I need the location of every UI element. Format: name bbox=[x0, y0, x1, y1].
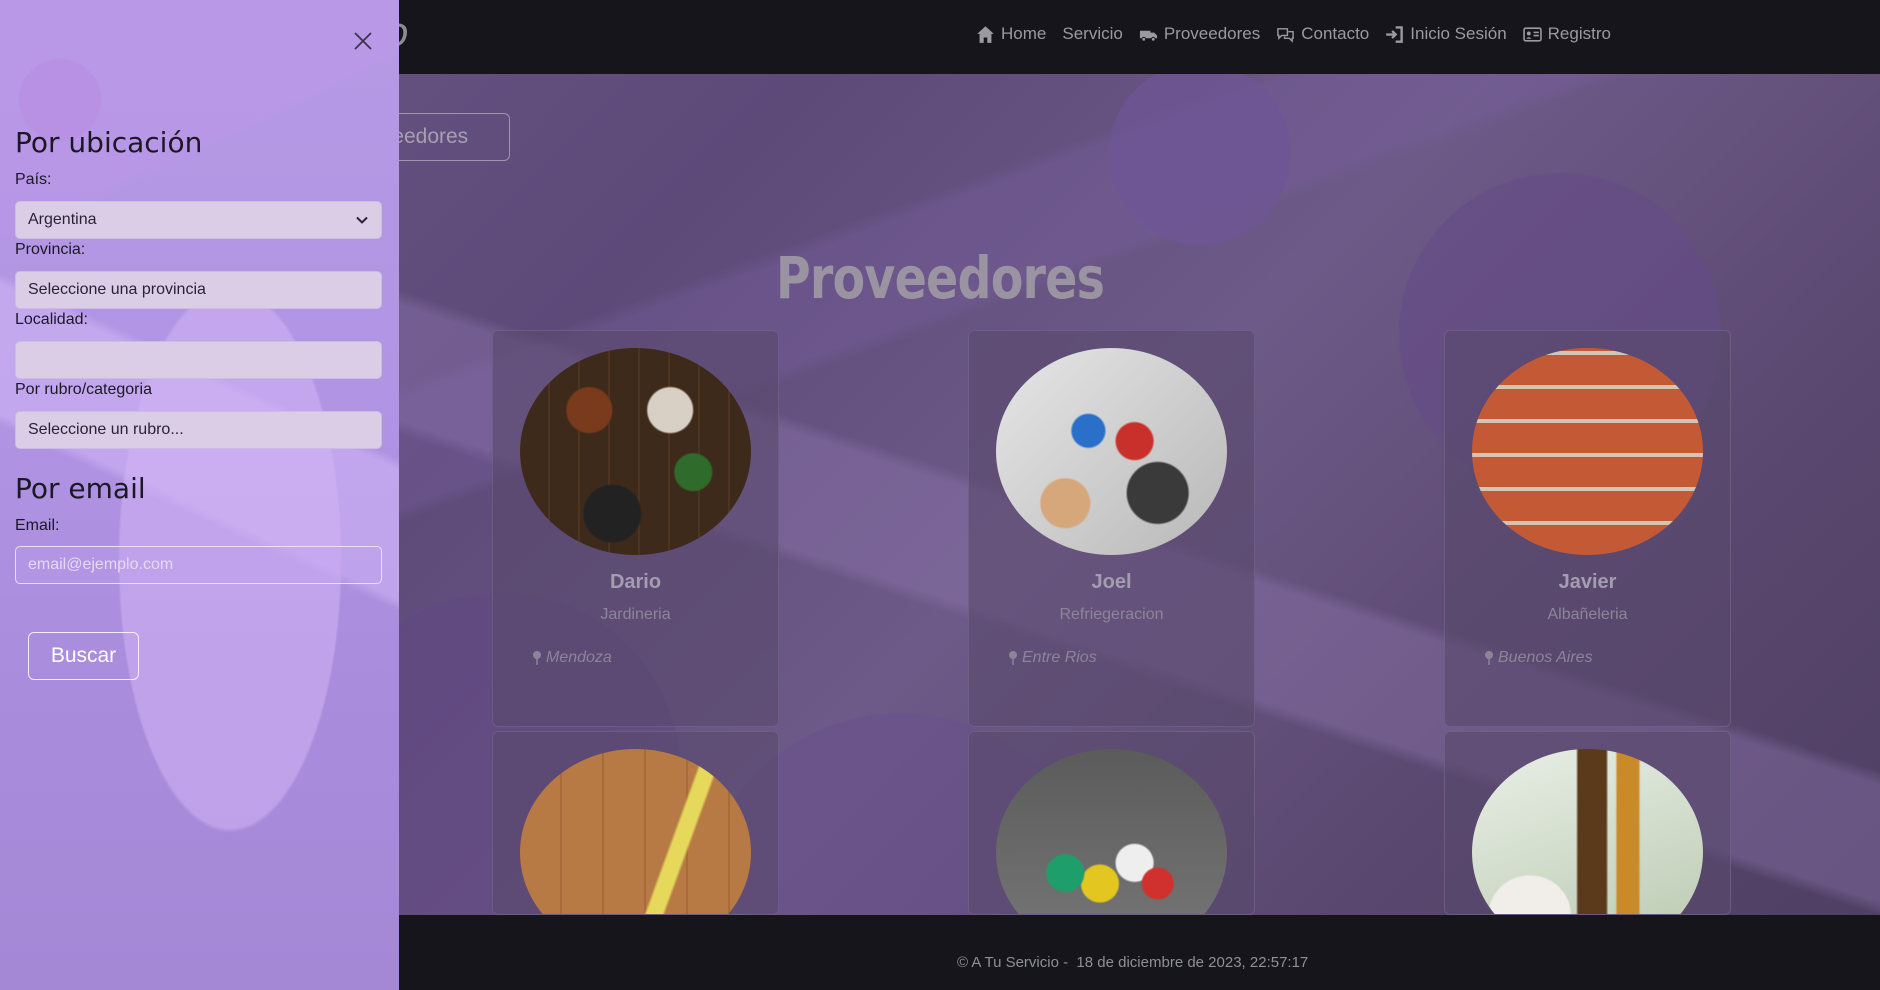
provider-avatar bbox=[996, 348, 1227, 555]
chat-icon bbox=[1277, 27, 1295, 43]
provider-avatar bbox=[520, 749, 751, 914]
email-heading: Por email bbox=[15, 472, 146, 505]
provider-card[interactable] bbox=[1444, 731, 1731, 915]
email-label: Email: bbox=[15, 517, 60, 534]
category-select-value: Seleccione un rubro... bbox=[28, 421, 184, 438]
email-input-placeholder: email@ejemplo.com bbox=[28, 556, 174, 573]
nav-item-label: Servicio bbox=[1062, 24, 1123, 43]
truck-icon bbox=[1139, 30, 1157, 42]
provider-avatar bbox=[996, 749, 1227, 914]
provider-card[interactable]: Javier Albañeleria Buenos Aires bbox=[1444, 330, 1731, 727]
footer-copyright: © A Tu Servicio - 18 de diciembre de 202… bbox=[957, 954, 1309, 971]
provider-category: Albañeleria bbox=[1547, 606, 1628, 623]
provider-category: Jardineria bbox=[600, 606, 671, 623]
nav-item-registro[interactable]: Registro bbox=[1522, 24, 1611, 44]
country-select[interactable]: Argentina bbox=[15, 201, 382, 239]
nav-item-label: Registro bbox=[1547, 24, 1611, 43]
locality-label: Localidad: bbox=[15, 311, 88, 328]
location-pin-icon bbox=[533, 651, 541, 665]
id-card-icon bbox=[1522, 26, 1542, 42]
login-icon bbox=[1386, 25, 1404, 43]
province-select-value: Seleccione una provincia bbox=[28, 281, 206, 298]
nav-item-login[interactable]: Inicio Sesión bbox=[1385, 24, 1507, 44]
provider-name: Joel bbox=[1091, 571, 1132, 593]
chevron-down-icon bbox=[356, 216, 368, 224]
provider-location: Buenos Aires bbox=[1483, 649, 1593, 667]
location-pin-icon bbox=[1485, 651, 1493, 665]
country-select-value: Argentina bbox=[28, 211, 97, 228]
nav-item-label: Contacto bbox=[1301, 24, 1370, 43]
country-label: País: bbox=[15, 171, 52, 188]
close-button[interactable] bbox=[349, 27, 377, 55]
nav-item-label: Inicio Sesión bbox=[1410, 24, 1507, 43]
provider-location: Mendoza bbox=[531, 649, 612, 667]
filter-offcanvas: Por ubicación País: Argentina Provincia:… bbox=[0, 0, 399, 990]
nav-item-label: Home bbox=[1001, 24, 1047, 43]
provider-name: Dario bbox=[609, 571, 662, 593]
page-title: Proveedores bbox=[775, 244, 1105, 312]
nav-menu: Home Servicio Proveedores Contacto Inici… bbox=[976, 0, 1611, 68]
home-icon bbox=[977, 25, 994, 43]
nav-item-home[interactable]: Home bbox=[976, 24, 1046, 44]
provider-name: Javier bbox=[1558, 571, 1617, 593]
provider-avatar bbox=[1472, 348, 1703, 555]
nav-item-contacto[interactable]: Contacto bbox=[1276, 24, 1369, 44]
provider-location: Entre Rios bbox=[1007, 649, 1097, 667]
nav-item-servicio[interactable]: Servicio bbox=[1062, 24, 1122, 44]
provider-card[interactable] bbox=[492, 731, 779, 915]
provider-location-text: Buenos Aires bbox=[1498, 649, 1593, 666]
provider-card[interactable] bbox=[968, 731, 1255, 915]
close-icon bbox=[354, 32, 372, 50]
category-label: Por rubro/categoria bbox=[15, 381, 152, 398]
provider-location-text: Mendoza bbox=[546, 649, 612, 666]
province-select[interactable]: Seleccione una provincia bbox=[15, 271, 382, 309]
nav-item-proveedores[interactable]: Proveedores bbox=[1139, 24, 1260, 44]
provider-category: Refriegeracion bbox=[1059, 606, 1164, 623]
location-pin-icon bbox=[1009, 651, 1017, 665]
search-button[interactable]: Buscar bbox=[28, 632, 139, 680]
provider-card[interactable]: Joel Refriegeracion Entre Rios bbox=[968, 330, 1255, 727]
provider-card[interactable]: Dario Jardineria Mendoza bbox=[492, 330, 779, 727]
provider-avatar bbox=[1472, 749, 1703, 914]
category-select[interactable]: Seleccione un rubro... bbox=[15, 411, 382, 449]
locality-input[interactable] bbox=[15, 341, 382, 379]
province-label: Provincia: bbox=[15, 241, 86, 258]
location-heading: Por ubicación bbox=[15, 126, 203, 159]
nav-item-label: Proveedores bbox=[1163, 24, 1261, 43]
provider-location-text: Entre Rios bbox=[1022, 649, 1097, 666]
email-input[interactable]: email@ejemplo.com bbox=[15, 546, 382, 584]
provider-avatar bbox=[520, 348, 751, 555]
